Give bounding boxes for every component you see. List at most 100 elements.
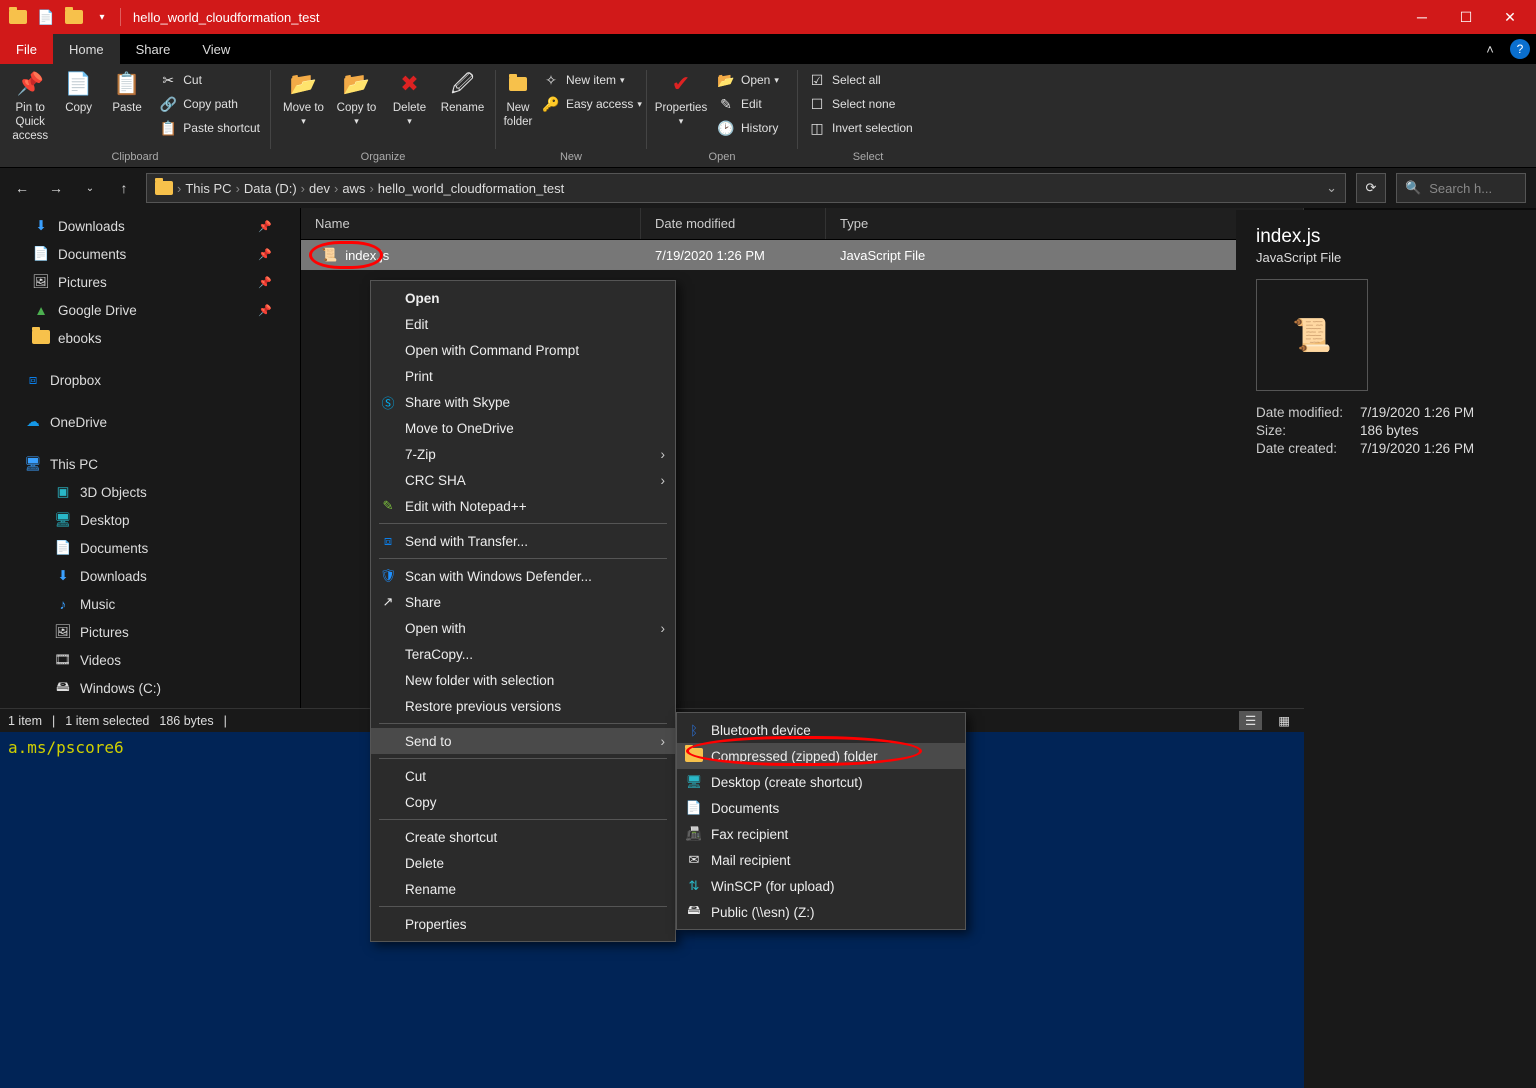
minimize-button[interactable]: ─ xyxy=(1400,0,1444,34)
delete-button[interactable]: ✖Delete▾ xyxy=(383,68,436,127)
ribbon-collapse-icon[interactable]: ˄ xyxy=(1476,34,1504,64)
ctx-open[interactable]: Open xyxy=(371,285,675,311)
nav-ebooks[interactable]: ebooks xyxy=(0,324,300,352)
up-button[interactable]: ↑ xyxy=(112,176,136,200)
ctx-delete[interactable]: Delete xyxy=(371,850,675,876)
crumb-this-pc[interactable]: This PC xyxy=(185,181,231,196)
nav-onedrive[interactable]: ☁OneDrive xyxy=(0,408,300,436)
paste-button[interactable]: 📋Paste xyxy=(103,68,151,116)
ctx-transfer[interactable]: ⧈Send with Transfer... xyxy=(371,528,675,554)
nav-downloads-2[interactable]: ⬇Downloads xyxy=(0,562,300,590)
nav-pictures[interactable]: 🖼Pictures📌 xyxy=(0,268,300,296)
forward-button[interactable]: → xyxy=(44,176,68,200)
column-headers[interactable]: Name Date modified Type xyxy=(301,208,1304,240)
ctx-skype[interactable]: ⓈShare with Skype xyxy=(371,389,675,415)
col-date[interactable]: Date modified xyxy=(641,208,826,239)
copy-button[interactable]: 📄Copy xyxy=(54,68,102,116)
properties-button[interactable]: ✔Properties▾ xyxy=(653,68,709,127)
move-to-button[interactable]: 📂Move to▾ xyxy=(277,68,330,127)
nav-music[interactable]: ♪Music xyxy=(0,590,300,618)
paste-shortcut-button[interactable]: 📋Paste shortcut xyxy=(155,116,264,140)
refresh-button[interactable]: ⟳ xyxy=(1356,173,1386,203)
back-button[interactable]: ← xyxy=(10,176,34,200)
nav-pictures-2[interactable]: 🖼Pictures xyxy=(0,618,300,646)
new-item-button[interactable]: ✧New item▾ xyxy=(538,68,646,92)
nav-desktop[interactable]: 🖥Desktop xyxy=(0,506,300,534)
help-icon[interactable]: ? xyxy=(1510,39,1530,59)
sendto-bluetooth[interactable]: ᛒBluetooth device xyxy=(677,717,965,743)
qat-icon-2[interactable] xyxy=(64,7,84,27)
ctx-defender[interactable]: 🛡Scan with Windows Defender... xyxy=(371,563,675,589)
sendto-desktop[interactable]: 🖥Desktop (create shortcut) xyxy=(677,769,965,795)
col-type[interactable]: Type xyxy=(826,208,1304,239)
address-dropdown-icon[interactable]: ⌄ xyxy=(1326,180,1337,196)
cut-button[interactable]: ✂Cut xyxy=(155,68,264,92)
tab-home[interactable]: Home xyxy=(53,34,120,64)
ctx-onedrive[interactable]: Move to OneDrive xyxy=(371,415,675,441)
nav-google-drive[interactable]: ▲Google Drive📌 xyxy=(0,296,300,324)
crumb-data-d[interactable]: Data (D:) xyxy=(244,181,297,196)
recent-locations-icon[interactable]: ⌄ xyxy=(78,176,102,200)
ctx-copy[interactable]: Copy xyxy=(371,789,675,815)
nav-documents[interactable]: 📄Documents📌 xyxy=(0,240,300,268)
copy-to-button[interactable]: 📂Copy to▾ xyxy=(330,68,383,127)
open-button[interactable]: 📂Open▾ xyxy=(713,68,783,92)
pictures-icon: 🖼 xyxy=(32,274,50,290)
ctx-edit[interactable]: Edit xyxy=(371,311,675,337)
ctx-teracopy[interactable]: TeraCopy... xyxy=(371,641,675,667)
history-button[interactable]: 🕑History xyxy=(713,116,783,140)
view-details-icon[interactable]: ☰ xyxy=(1239,711,1262,730)
tab-view[interactable]: View xyxy=(186,34,246,64)
ctx-crc[interactable]: CRC SHA› xyxy=(371,467,675,493)
ctx-create-shortcut[interactable]: Create shortcut xyxy=(371,824,675,850)
ctx-cut[interactable]: Cut xyxy=(371,763,675,789)
crumb-aws[interactable]: aws xyxy=(342,181,365,196)
easy-access-button[interactable]: 🔑Easy access▾ xyxy=(538,92,646,116)
ctx-new-folder-sel[interactable]: New folder with selection xyxy=(371,667,675,693)
ctx-properties[interactable]: Properties xyxy=(371,911,675,937)
sendto-compressed-zip[interactable]: Compressed (zipped) folder xyxy=(677,743,965,769)
ctx-share[interactable]: ↗Share xyxy=(371,589,675,615)
ctx-print[interactable]: Print xyxy=(371,363,675,389)
breadcrumb-bar[interactable]: › This PC› Data (D:)› dev› aws› hello_wo… xyxy=(146,173,1346,203)
select-all-button[interactable]: ☑Select all xyxy=(804,68,917,92)
maximize-button[interactable]: ☐ xyxy=(1444,0,1488,34)
ctx-cmd[interactable]: Open with Command Prompt xyxy=(371,337,675,363)
tab-share[interactable]: Share xyxy=(120,34,187,64)
nav-documents-2[interactable]: 📄Documents xyxy=(0,534,300,562)
sendto-mail[interactable]: ✉Mail recipient xyxy=(677,847,965,873)
copy-path-button[interactable]: 🔗Copy path xyxy=(155,92,264,116)
close-button[interactable]: ✕ xyxy=(1488,0,1532,34)
ctx-restore[interactable]: Restore previous versions xyxy=(371,693,675,719)
ctx-open-with[interactable]: Open with› xyxy=(371,615,675,641)
view-icons-icon[interactable]: ▦ xyxy=(1272,711,1296,730)
invert-selection-button[interactable]: ◫Invert selection xyxy=(804,116,917,140)
nav-dropbox[interactable]: ⧈Dropbox xyxy=(0,366,300,394)
ctx-7zip[interactable]: 7-Zip› xyxy=(371,441,675,467)
sendto-winscp[interactable]: ⇅WinSCP (for upload) xyxy=(677,873,965,899)
new-folder-button[interactable]: New folder xyxy=(502,68,534,130)
sendto-documents[interactable]: 📄Documents xyxy=(677,795,965,821)
file-row-index-js[interactable]: 📜index.js 7/19/2020 1:26 PM JavaScript F… xyxy=(301,240,1304,270)
ctx-rename[interactable]: Rename xyxy=(371,876,675,902)
search-box[interactable]: 🔍 Search h... xyxy=(1396,173,1526,203)
edit-button[interactable]: ✎Edit xyxy=(713,92,783,116)
nav-videos[interactable]: 🎞Videos xyxy=(0,646,300,674)
qat-dropdown-icon[interactable]: ▾ xyxy=(92,7,112,27)
nav-3d-objects[interactable]: ▣3D Objects xyxy=(0,478,300,506)
ctx-send-to[interactable]: Send to› xyxy=(371,728,675,754)
nav-downloads[interactable]: ⬇Downloads📌 xyxy=(0,212,300,240)
qat-icon-1[interactable]: 📄 xyxy=(36,7,56,27)
tab-file[interactable]: File xyxy=(0,34,53,64)
crumb-current[interactable]: hello_world_cloudformation_test xyxy=(378,181,564,196)
nav-windows-c[interactable]: 🖴Windows (C:) xyxy=(0,674,300,702)
sendto-public[interactable]: 🖴Public (\\esn) (Z:) xyxy=(677,899,965,925)
rename-button[interactable]: 🖉Rename xyxy=(436,68,489,116)
sendto-fax[interactable]: 📠Fax recipient xyxy=(677,821,965,847)
ctx-notepadpp[interactable]: ✎Edit with Notepad++ xyxy=(371,493,675,519)
nav-this-pc[interactable]: 🖥This PC xyxy=(0,450,300,478)
select-none-button[interactable]: ☐Select none xyxy=(804,92,917,116)
col-name[interactable]: Name xyxy=(301,208,641,239)
pin-quick-access-button[interactable]: 📌Pin to Quick access xyxy=(6,68,54,143)
crumb-dev[interactable]: dev xyxy=(309,181,330,196)
